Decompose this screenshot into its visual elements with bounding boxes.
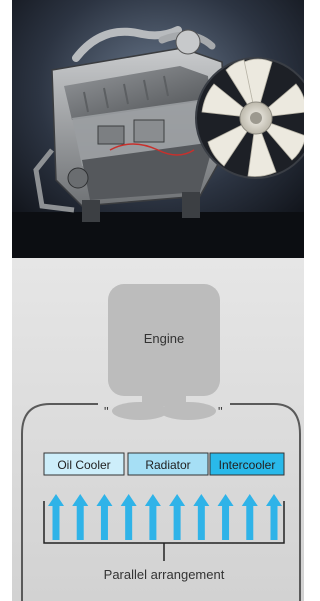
cooling-diagram: Engine " " Oil Cooler Radiator Intercool… bbox=[12, 258, 304, 601]
airflow-mark-left: " bbox=[104, 404, 109, 419]
engine-mount bbox=[182, 192, 200, 218]
oil-cooler-label: Oil Cooler bbox=[57, 458, 110, 472]
arrangement-caption: Parallel arrangement bbox=[104, 567, 225, 582]
photo-base bbox=[12, 212, 304, 258]
airflow-mark-right: " bbox=[218, 404, 223, 419]
engine-label: Engine bbox=[144, 331, 184, 346]
fan-neck bbox=[142, 396, 186, 406]
intercooler-label: Intercooler bbox=[219, 458, 276, 472]
cooling-fan-icon bbox=[195, 57, 304, 179]
engine-mount bbox=[82, 200, 100, 222]
engine-photo bbox=[12, 0, 304, 258]
product-figure: Engine " " Oil Cooler Radiator Intercool… bbox=[0, 0, 306, 601]
radiator-label: Radiator bbox=[145, 458, 190, 472]
